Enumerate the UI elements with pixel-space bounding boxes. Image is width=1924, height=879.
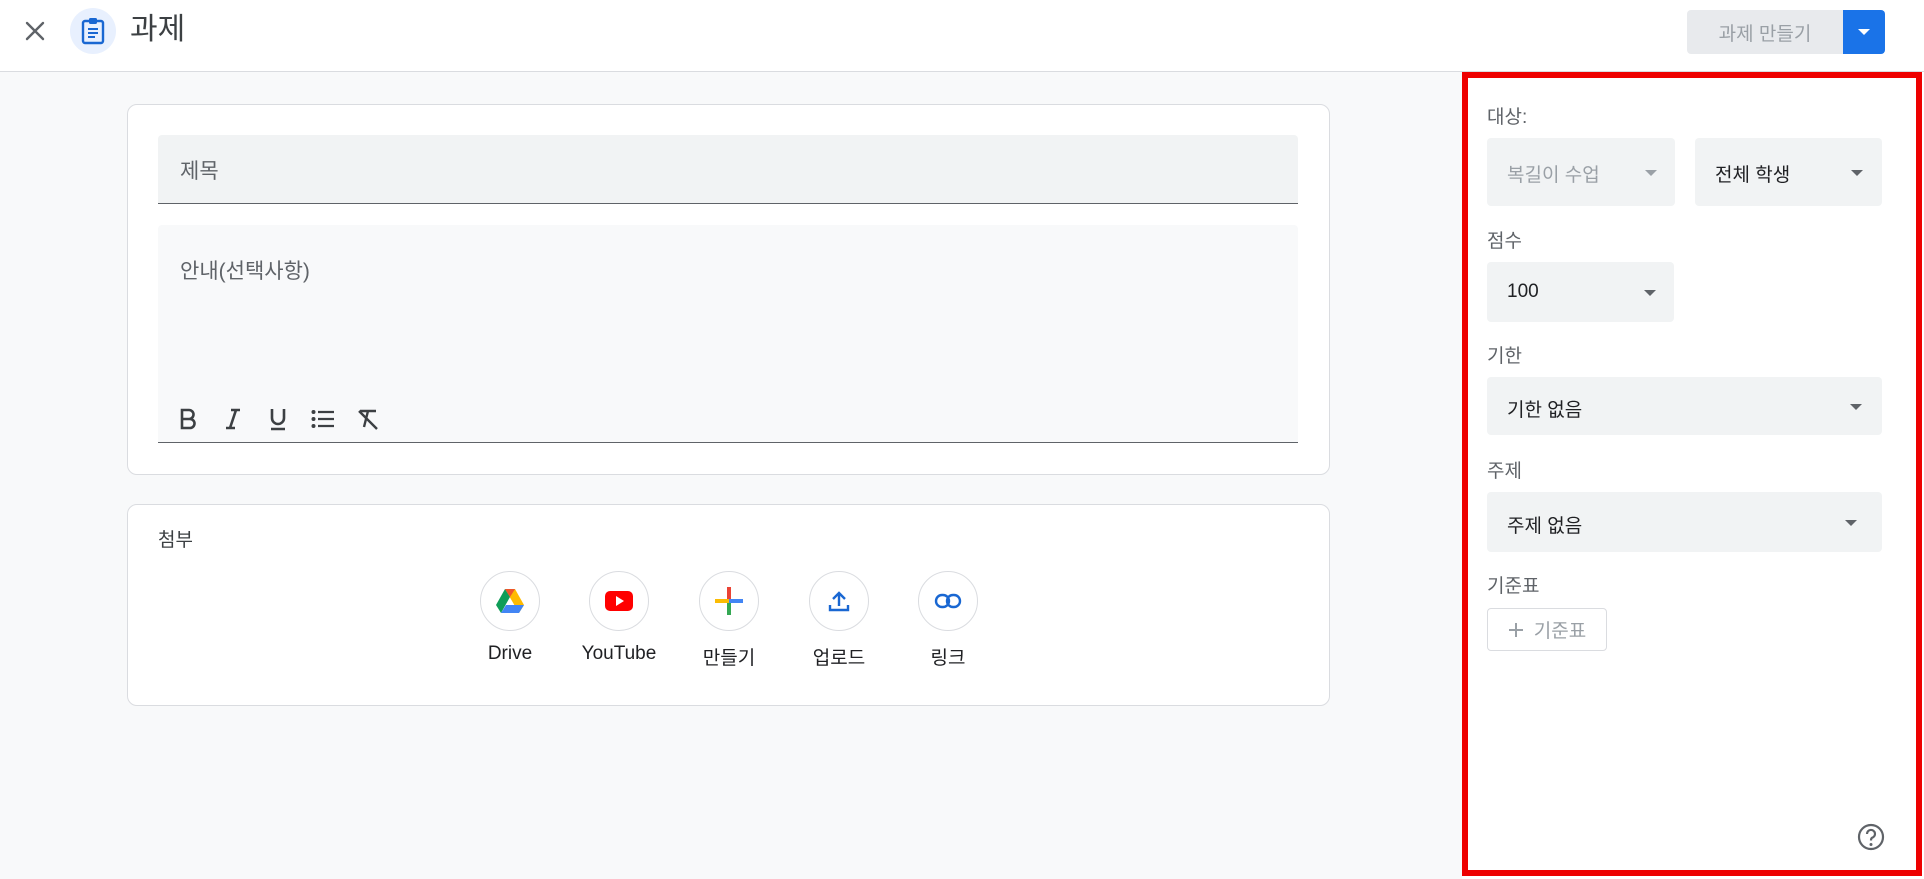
attach-create-button[interactable]: 만들기: [674, 571, 784, 670]
attach-drive-label: Drive: [487, 643, 533, 664]
underline-icon: [270, 409, 286, 431]
attach-link-label: 링크: [930, 648, 966, 669]
attach-create-label: 만들기: [702, 648, 756, 669]
assignment-details-card: 제목 안내(선택사항): [127, 104, 1330, 475]
create-options-button[interactable]: [1843, 10, 1885, 54]
attach-youtube-label: YouTube: [581, 643, 657, 664]
attach-upload-label: 업로드: [812, 648, 866, 669]
format-toolbar: [170, 401, 386, 437]
underline-button[interactable]: [260, 401, 296, 437]
topic-dropdown-icon: [1845, 520, 1857, 526]
create-assignment-button[interactable]: 과제 만들기: [1687, 10, 1843, 54]
points-select-value: 100: [1507, 281, 1539, 302]
attachments-card: 첨부 Drive YouTube 만들기 업로드 링크: [127, 504, 1330, 706]
points-select[interactable]: 100: [1487, 262, 1674, 322]
assignment-icon: [70, 8, 116, 54]
bulleted-list-icon: [311, 410, 334, 428]
caret-down-icon: [1858, 29, 1870, 35]
topic-select-value: 주제 없음: [1507, 516, 1583, 537]
close-icon: [25, 21, 45, 41]
topic-label: 주제: [1487, 461, 1522, 482]
points-dropdown-icon: [1644, 290, 1656, 296]
upload-icon: [828, 591, 850, 612]
topic-select[interactable]: 주제 없음: [1487, 492, 1882, 552]
help-button[interactable]: [1856, 822, 1886, 852]
description-placeholder: 안내(선택사항): [180, 260, 310, 283]
due-label: 기한: [1487, 346, 1522, 367]
class-select[interactable]: 복길이 수업: [1487, 138, 1675, 206]
close-button[interactable]: [18, 14, 52, 48]
class-select-value: 복길이 수업: [1507, 165, 1600, 186]
attach-upload-button[interactable]: 업로드: [784, 571, 894, 670]
students-select[interactable]: 전체 학생: [1695, 138, 1882, 206]
youtube-icon: [605, 591, 633, 611]
clear-format-icon: [358, 409, 378, 430]
plus-icon: [1508, 622, 1523, 637]
italic-button[interactable]: [215, 401, 251, 437]
attach-drive-button[interactable]: Drive: [455, 571, 565, 665]
class-dropdown-icon: [1645, 170, 1657, 176]
top-bar: 과제 과제 만들기: [0, 0, 1924, 72]
italic-icon: [226, 408, 240, 430]
bulleted-list-button[interactable]: [305, 401, 341, 437]
attachments-label: 첨부: [158, 530, 193, 551]
add-rubric-button[interactable]: 기준표: [1487, 608, 1607, 651]
students-select-value: 전체 학생: [1715, 165, 1791, 186]
link-icon: [934, 593, 962, 609]
description-input[interactable]: 안내(선택사항): [158, 225, 1298, 443]
points-label: 점수: [1487, 231, 1522, 252]
attach-link-button[interactable]: 링크: [893, 571, 1003, 670]
page-title: 과제: [130, 13, 186, 46]
due-select-value: 기한 없음: [1507, 400, 1583, 421]
clear-format-button[interactable]: [350, 401, 386, 437]
students-dropdown-icon: [1851, 170, 1863, 176]
main-content: 제목 안내(선택사항) 첨부 Drive YouTube 만들기 업로드 링크: [0, 72, 1462, 879]
title-placeholder: 제목: [180, 160, 219, 183]
title-input[interactable]: 제목: [158, 135, 1298, 204]
for-label: 대상:: [1487, 107, 1528, 128]
due-dropdown-icon: [1850, 404, 1862, 410]
due-select[interactable]: 기한 없음: [1487, 377, 1882, 435]
rubric-label: 기준표: [1487, 576, 1540, 597]
attach-youtube-button[interactable]: YouTube: [564, 571, 674, 665]
help-icon: [1857, 823, 1885, 851]
drive-icon: [496, 589, 524, 613]
create-plus-icon: [715, 587, 743, 615]
bold-button[interactable]: [170, 401, 206, 437]
add-rubric-label: 기준표: [1533, 621, 1587, 642]
bold-icon: [180, 408, 196, 430]
